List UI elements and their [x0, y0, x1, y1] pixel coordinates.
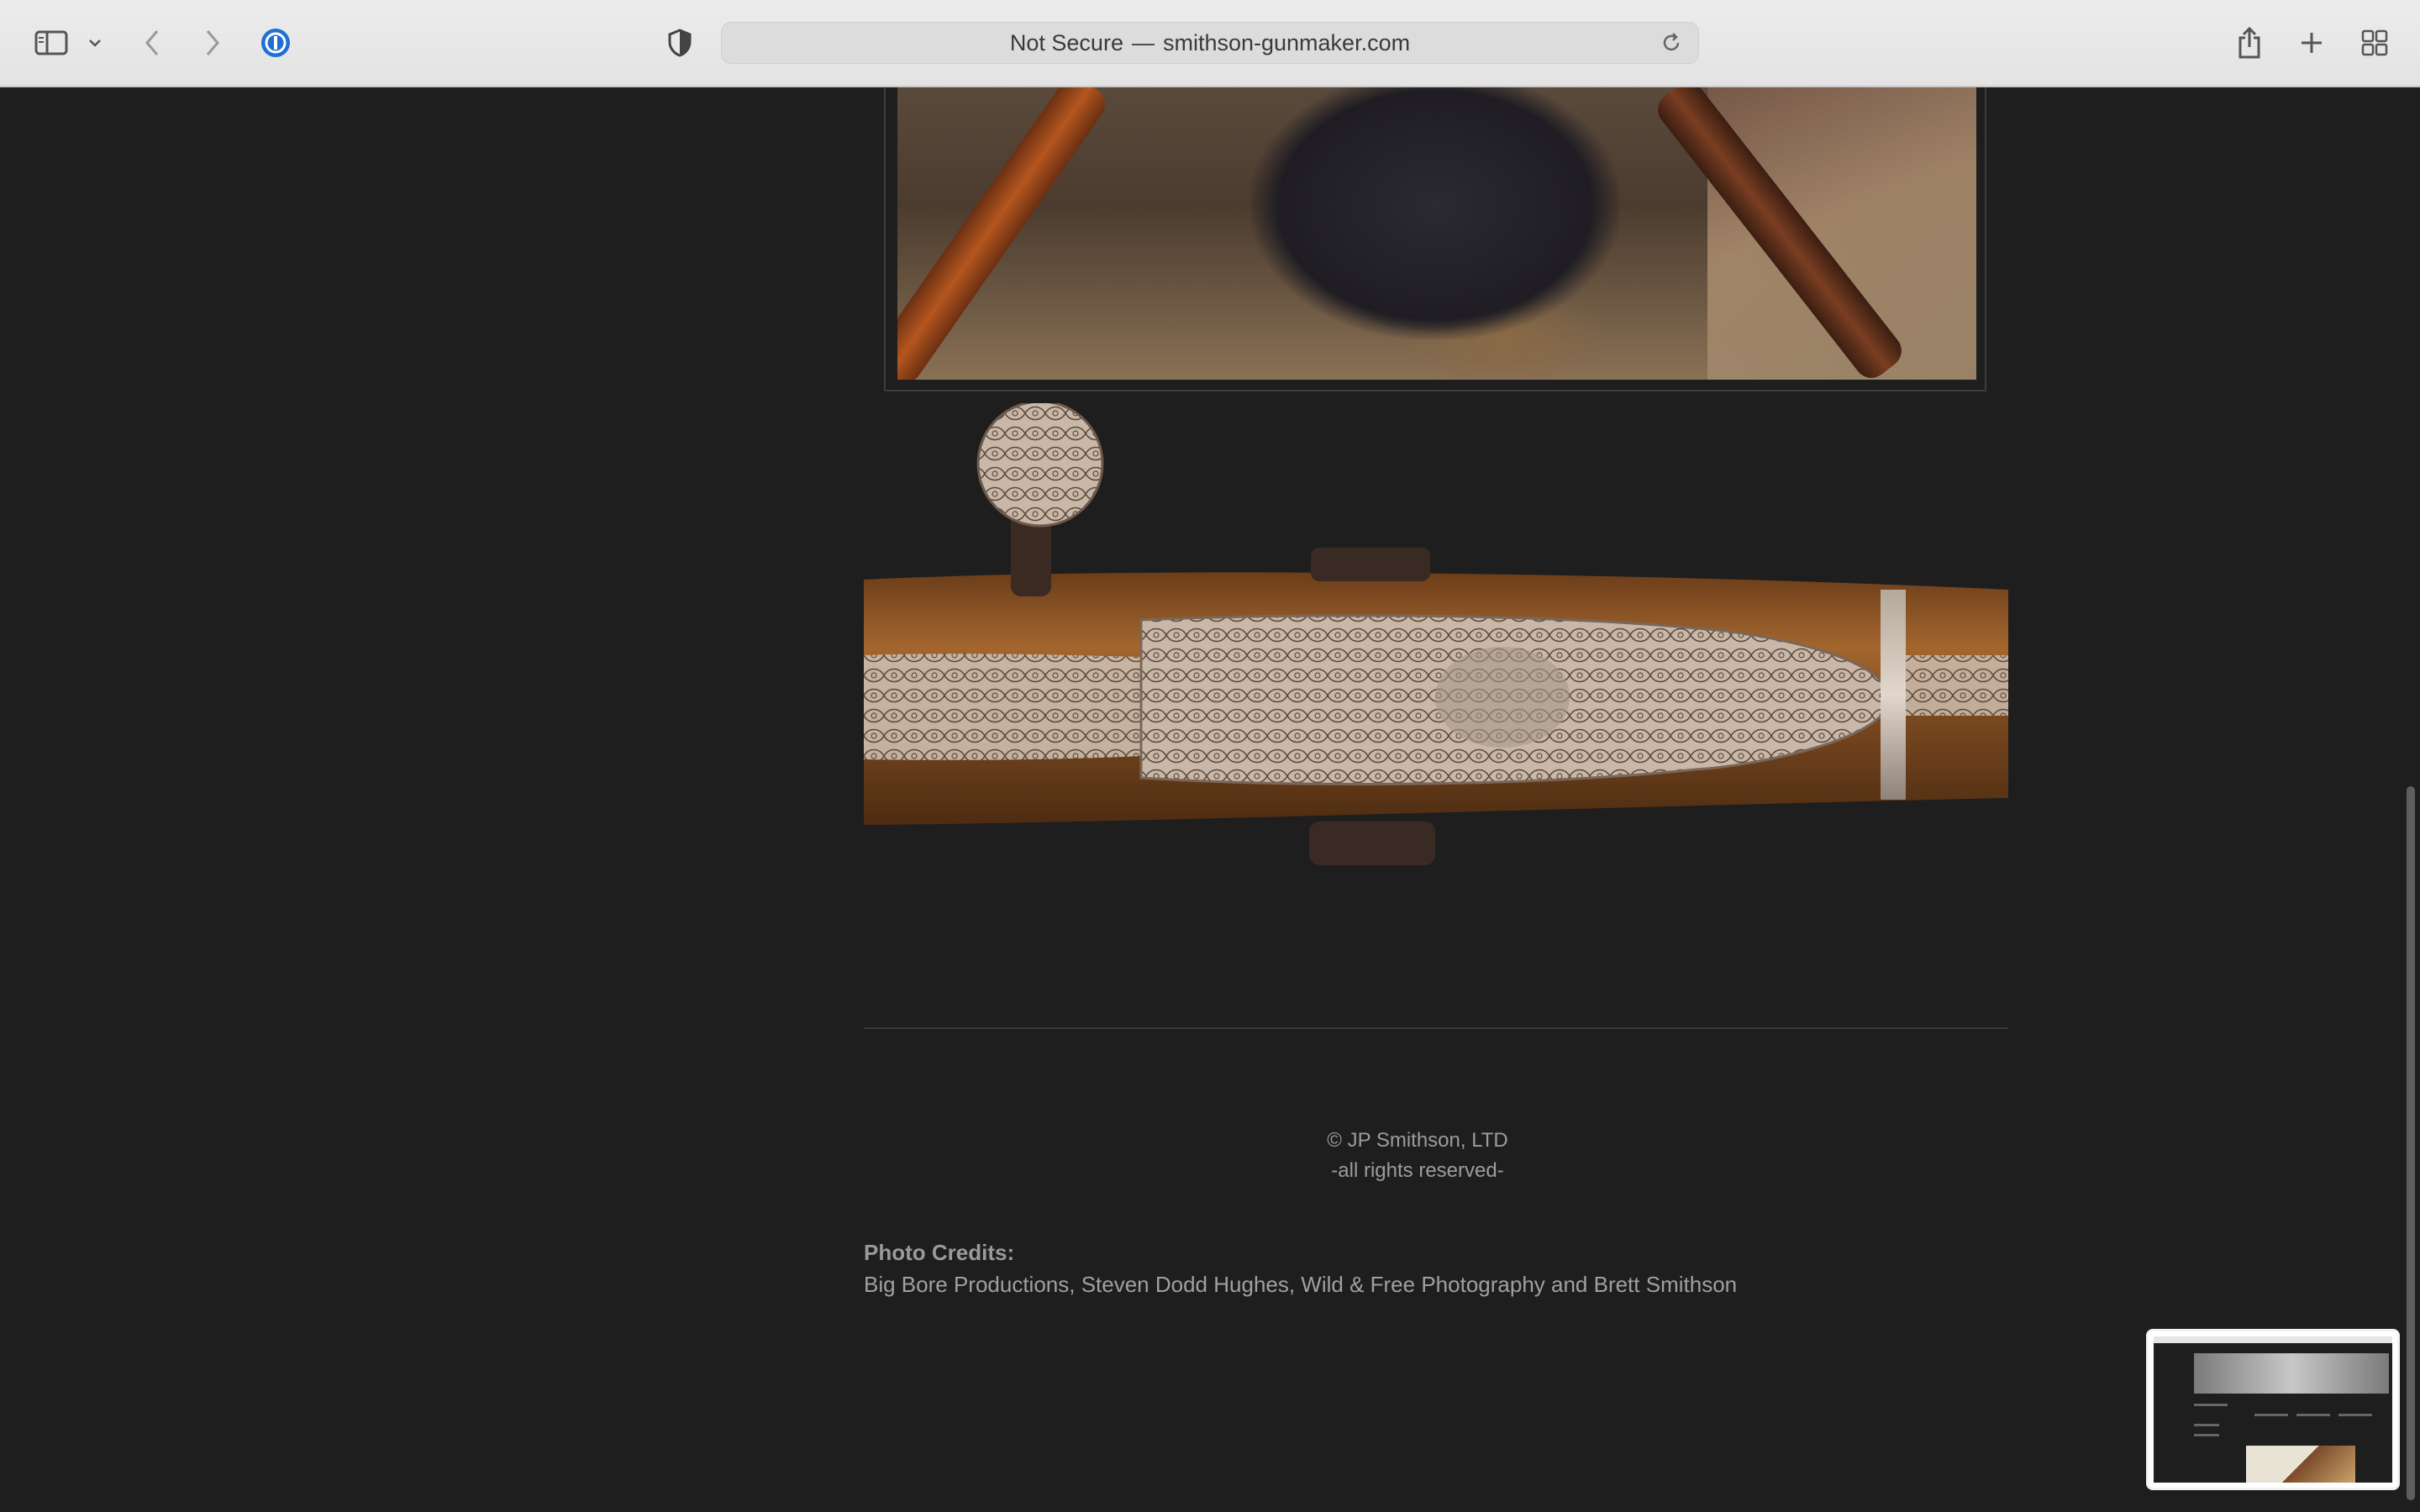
sidebar-icon[interactable] — [32, 22, 71, 64]
photo-credits: Photo Credits: Big Bore Productions, Ste… — [864, 1236, 1737, 1300]
page-scrollbar[interactable] — [2407, 786, 2415, 1500]
chevron-down-icon[interactable] — [86, 22, 104, 64]
browser-toolbar: Not Secure — smithson-gunmaker.com — [0, 0, 2420, 87]
new-tab-button[interactable] — [2297, 22, 2326, 64]
address-domain: smithson-gunmaker.com — [1162, 29, 1411, 55]
forward-button[interactable] — [200, 22, 225, 64]
onepassword-icon[interactable] — [259, 22, 292, 64]
page-thumbnail-preview[interactable] — [2146, 1329, 2400, 1490]
copyright-block: © JP Smithson, LTD -all rights reserved- — [864, 1126, 1971, 1186]
tab-overview-button[interactable] — [2360, 22, 2390, 64]
copyright-text: © JP Smithson, LTD — [1327, 1129, 1508, 1152]
chevron-left-icon — [145, 30, 159, 55]
share-icon[interactable] — [2235, 22, 2264, 64]
rights-reserved-text: -all rights reserved- — [1331, 1159, 1504, 1182]
hunting-photo-frame — [884, 87, 1986, 391]
back-button[interactable] — [139, 22, 165, 64]
grid-icon — [2361, 29, 2388, 56]
footer-divider — [864, 1027, 2008, 1029]
buffalo-rifles-photo — [897, 87, 1976, 380]
shield-icon[interactable] — [666, 22, 694, 64]
engraved-rifle-action-image — [864, 403, 2008, 865]
chevron-right-icon — [206, 30, 219, 55]
address-separator: — — [1131, 29, 1155, 55]
photo-credits-label: Photo Credits: — [864, 1240, 1015, 1265]
address-bar[interactable]: Not Secure — smithson-gunmaker.com — [721, 22, 1699, 64]
photo-credits-text: Big Bore Productions, Steven Dodd Hughes… — [864, 1272, 1738, 1297]
reload-icon[interactable] — [1660, 31, 1683, 60]
plus-icon — [2302, 33, 2322, 53]
address-security-label: Not Secure — [1009, 29, 1123, 55]
